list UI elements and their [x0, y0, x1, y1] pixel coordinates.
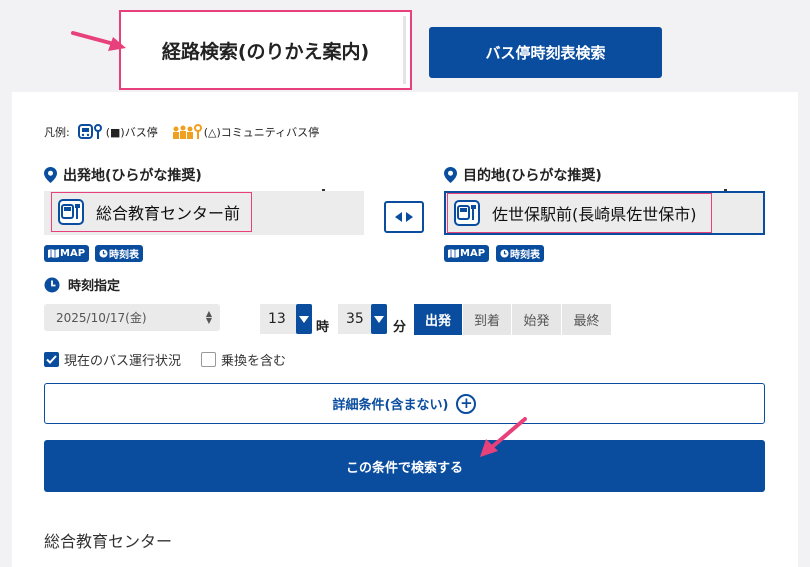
destination-stop-selection[interactable]: 佐世保駅前(長崎県佐世保市) [447, 193, 712, 233]
community-bus-stop-icon [172, 124, 202, 140]
search-panel: 凡例: (■)バス停 (△)コミュニティバス停 出発地(ひらがな推奨) 総合教育… [12, 92, 798, 567]
legend: 凡例: (■)バス停 (△)コミュニティバス停 [44, 124, 327, 140]
hour-unit: 時 [316, 320, 330, 335]
mode-arrival-button[interactable]: 到着 [463, 304, 512, 335]
map-icon [48, 249, 59, 258]
chevron-down-icon [296, 304, 312, 334]
detail-conditions-button[interactable]: 詳細条件(含まない) + [44, 383, 765, 424]
destination-timetable-button[interactable]: 時刻表 [496, 245, 544, 262]
tab-divider [403, 16, 406, 84]
destination-map-label: MAP [460, 248, 486, 259]
destination-timetable-label: 時刻表 [510, 250, 540, 261]
destination-label: 目的地(ひらがな推奨) [444, 165, 602, 185]
clock-icon [99, 249, 108, 258]
mode-departure-button[interactable]: 出発 [414, 304, 463, 335]
detail-conditions-label: 詳細条件(含まない) [332, 398, 449, 413]
origin-timetable-label: 時刻表 [109, 250, 139, 261]
clock-icon [44, 277, 60, 292]
annotation-arrow-icon [71, 31, 126, 51]
tab-timetable-search-label: バス停時刻表検索 [485, 44, 606, 62]
origin-map-label: MAP [60, 248, 86, 259]
bus-status-option[interactable]: 現在のバス運行状況 [44, 350, 181, 369]
mode-last-button[interactable]: 最終 [562, 304, 611, 335]
origin-map-button[interactable]: MAP [44, 245, 90, 262]
time-label: 時刻指定 [44, 275, 120, 294]
legend-bus-stop: (■)バス停 [105, 126, 158, 139]
chevron-down-icon [371, 304, 387, 334]
mode-arrival-label: 到着 [473, 314, 500, 329]
origin-timetable-button[interactable]: 時刻表 [95, 245, 143, 262]
origin-stop-selection[interactable]: 総合教育センター前 [51, 192, 252, 232]
origin-label-text: 出発地(ひらがな推奨) [63, 168, 202, 184]
legend-label: 凡例: [44, 126, 70, 139]
include-transfer-checkbox[interactable] [201, 352, 216, 367]
bus-status-checkbox[interactable] [44, 352, 59, 367]
location-pin-icon [44, 167, 57, 183]
bus-stop-icon [58, 199, 84, 225]
origin-label: 出発地(ひらがな推奨) [44, 165, 202, 185]
search-button-label: この条件で検索する [345, 460, 463, 476]
clock-icon [500, 249, 509, 258]
date-select[interactable]: 2025/10/17(金) ▲ ▼ [44, 304, 220, 331]
date-value: 2025/10/17(金) [56, 311, 147, 325]
origin-stop-name: 総合教育センター前 [96, 204, 241, 223]
plus-icon: + [456, 393, 477, 414]
location-pin-icon [444, 167, 457, 183]
destination-stop-name: 佐世保駅前(長崎県佐世保市) [492, 205, 697, 224]
search-button[interactable]: この条件で検索する [44, 440, 765, 492]
include-transfer-label: 乗換を含む [221, 354, 287, 369]
annotation-arrow-icon [480, 417, 527, 457]
bus-stop-icon [454, 200, 480, 226]
minute-unit: 分 [393, 320, 407, 335]
hour-value: 13 [268, 311, 286, 327]
map-icon [448, 249, 459, 258]
minute-select[interactable]: 35 [338, 304, 387, 334]
include-transfer-option[interactable]: 乗換を含む [201, 350, 286, 369]
mode-departure-label: 出発 [424, 314, 451, 329]
mode-first-button[interactable]: 始発 [512, 304, 562, 335]
legend-community-bus-stop: (△)コミュニティバス停 [203, 126, 320, 139]
bus-status-label: 現在のバス運行状況 [64, 354, 182, 369]
time-label-text: 時刻指定 [68, 279, 121, 294]
mode-first-label: 始発 [523, 314, 550, 329]
tab-route-search[interactable]: 経路検索(のりかえ案内) [119, 10, 412, 90]
tab-route-search-label: 経路検索(のりかえ案内) [161, 40, 370, 63]
tab-timetable-search[interactable]: バス停時刻表検索 [429, 27, 662, 78]
destination-map-button[interactable]: MAP [444, 245, 490, 262]
checkmark-icon [46, 355, 57, 364]
bus-stop-icon [77, 124, 104, 140]
destination-label-text: 目的地(ひらがな推奨) [463, 168, 602, 184]
mode-last-label: 最終 [573, 314, 600, 329]
hour-select[interactable]: 13 [260, 304, 312, 334]
swap-arrows-icon [395, 212, 413, 222]
minute-value: 35 [346, 311, 364, 327]
updown-arrows-icon: ▲ ▼ [205, 309, 212, 325]
history-item-label: 総合教育センター [44, 532, 173, 551]
history-item[interactable]: 総合教育センター [44, 528, 172, 552]
swap-origin-destination-button[interactable] [384, 201, 424, 233]
